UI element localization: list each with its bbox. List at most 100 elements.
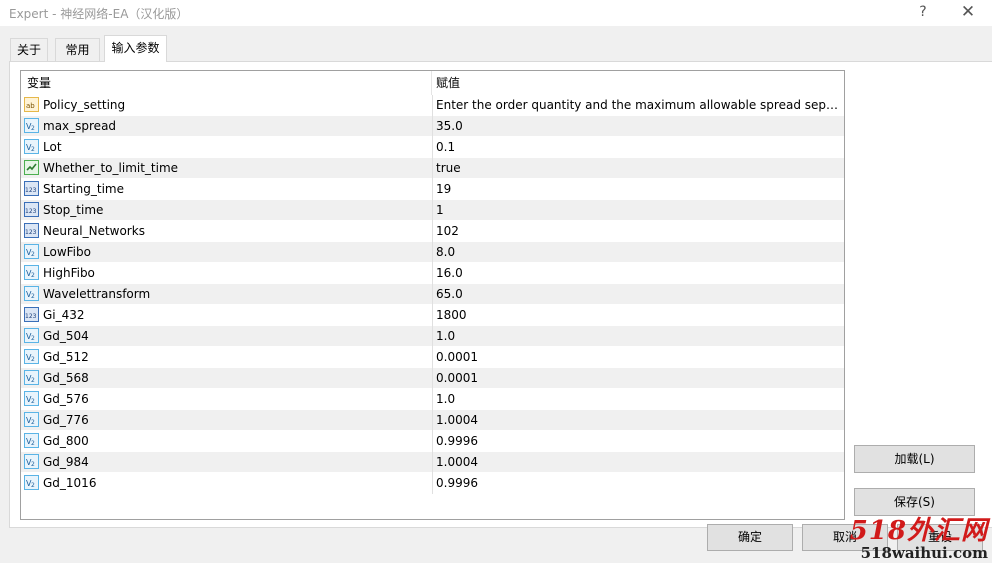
table-row[interactable]: 123 Starting_time 19 [21,179,844,200]
variable-name: Starting_time [43,182,124,196]
column-divider [432,473,433,494]
tab-inputs[interactable]: 输入参数 [104,35,167,62]
double-type-icon: V2 [24,139,39,154]
variable-value[interactable]: 19 [436,179,842,199]
svg-text:2: 2 [31,461,35,468]
variable-value[interactable]: 1.0 [436,326,842,346]
double-type-icon: V2 [24,244,39,259]
save-button[interactable]: 保存(S) [854,488,975,516]
column-divider [432,221,433,242]
variable-value[interactable]: Enter the order quantity and the maximum… [436,95,842,115]
table-row[interactable]: V 2 Wavelettransform 65.0 [21,284,844,305]
integer-type-icon: 123 [24,307,39,322]
variable-name: Gd_504 [43,329,89,343]
table-row[interactable]: ab Policy_setting Enter the order quantity… [21,95,844,116]
variable-name: Policy_setting [43,98,126,112]
column-divider [432,389,433,410]
table-row[interactable]: V 2 LowFibo 8.0 [21,242,844,263]
column-divider [432,431,433,452]
window-title: Expert - 神经网络-EA（汉化版） [9,7,189,21]
table-row[interactable]: 123 Stop_time 1 [21,200,844,221]
variable-value[interactable]: 1.0004 [436,452,842,472]
watermark-logo: 518外汇网 518waihui.com [850,517,988,561]
variable-value[interactable]: 16.0 [436,263,842,283]
column-divider [432,116,433,137]
variable-name: Lot [43,140,62,154]
svg-text:123: 123 [25,187,37,194]
watermark-main: 518外汇网 [849,516,988,546]
variable-value[interactable]: 65.0 [436,284,842,304]
table-row[interactable]: V 2 Gd_800 0.9996 [21,431,844,452]
variable-name: LowFibo [43,245,91,259]
table-row[interactable]: V 2 Gd_504 1.0 [21,326,844,347]
column-divider [432,305,433,326]
integer-type-icon: 123 [24,202,39,217]
header-variable[interactable]: 变量 [21,71,432,95]
integer-type-icon: 123 [24,181,39,196]
variable-value[interactable]: 0.9996 [436,473,842,493]
variable-value[interactable]: 0.1 [436,137,842,157]
load-button[interactable]: 加载(L) [854,445,975,473]
table-row[interactable]: V 2 HighFibo 16.0 [21,263,844,284]
variable-value[interactable]: 1800 [436,305,842,325]
table-row[interactable]: Whether_to_limit_time true [21,158,844,179]
svg-text:2: 2 [31,146,35,153]
tab-about[interactable]: 关于 [10,38,48,61]
column-divider [432,158,433,179]
svg-text:2: 2 [31,398,35,405]
variable-name: Gd_568 [43,371,89,385]
table-row[interactable]: 123 Gi_432 1800 [21,305,844,326]
tab-common[interactable]: 常用 [55,38,100,61]
column-divider [432,347,433,368]
table-row[interactable]: V 2 Gd_576 1.0 [21,389,844,410]
double-type-icon: V2 [24,433,39,448]
column-divider [432,179,433,200]
variable-value[interactable]: 1.0004 [436,410,842,430]
close-button[interactable]: ✕ [948,0,988,26]
svg-text:2: 2 [31,356,35,363]
svg-text:2: 2 [31,419,35,426]
table-row[interactable]: 123 Neural_Networks 102 [21,221,844,242]
variable-value[interactable]: 8.0 [436,242,842,262]
table-row[interactable]: V 2 Gd_984 1.0004 [21,452,844,473]
help-button[interactable]: ? [903,0,943,26]
svg-text:2: 2 [31,251,35,258]
variable-name: Neural_Networks [43,224,145,238]
variable-value[interactable]: 0.0001 [436,347,842,367]
variable-name: Stop_time [43,203,104,217]
column-divider [432,200,433,221]
variable-value[interactable]: 1.0 [436,389,842,409]
variable-name: Gd_984 [43,455,89,469]
variable-value[interactable]: 102 [436,221,842,241]
svg-text:2: 2 [31,482,35,489]
variable-name: Whether_to_limit_time [43,161,179,175]
table-row[interactable]: V 2 Lot 0.1 [21,137,844,158]
variable-name: Wavelettransform [43,287,151,301]
watermark-sub: 518waihui.com [860,544,988,562]
table-row[interactable]: V 2 Gd_776 1.0004 [21,410,844,431]
grid-header: 变量 赋值 [21,71,844,95]
svg-text:2: 2 [31,272,35,279]
double-type-icon: V2 [24,118,39,133]
table-row[interactable]: V 2 Gd_512 0.0001 [21,347,844,368]
variable-value[interactable]: true [436,158,842,178]
table-row[interactable]: V 2 Gd_568 0.0001 [21,368,844,389]
variable-value[interactable]: 0.0001 [436,368,842,388]
variable-value[interactable]: 35.0 [436,116,842,136]
table-row[interactable]: V 2 max_spread 35.0 [21,116,844,137]
integer-type-icon: 123 [24,223,39,238]
table-row[interactable]: V 2 Gd_1016 0.9996 [21,473,844,494]
double-type-icon: V2 [24,265,39,280]
svg-text:123: 123 [25,229,37,236]
svg-text:2: 2 [31,335,35,342]
variable-name: Gi_432 [43,308,85,322]
variable-value[interactable]: 0.9996 [436,431,842,451]
variable-name: Gd_512 [43,350,89,364]
ok-button[interactable]: 确定 [707,524,793,551]
column-divider [432,242,433,263]
header-value[interactable]: 赋值 [432,71,844,95]
double-type-icon: V2 [24,286,39,301]
svg-text:2: 2 [31,440,35,447]
column-divider [432,452,433,473]
variable-value[interactable]: 1 [436,200,842,220]
